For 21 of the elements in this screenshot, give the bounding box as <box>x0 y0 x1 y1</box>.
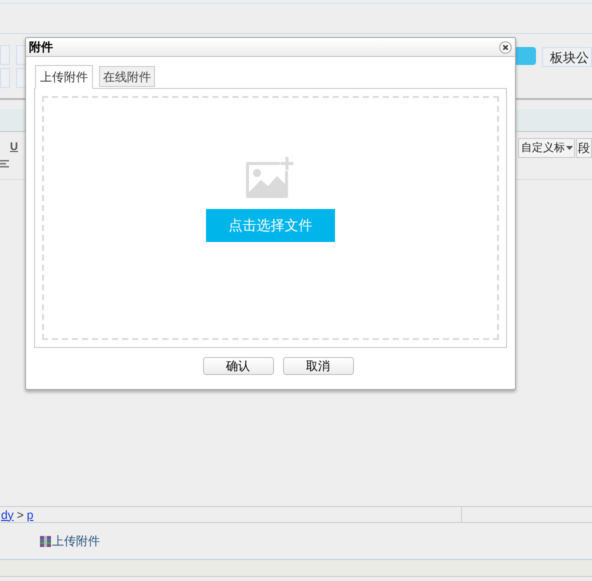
dialog-button[interactable]: 确认 <box>202 357 274 375</box>
format-select[interactable]: 自定义标 <box>518 138 575 158</box>
align-icon[interactable] <box>0 159 10 169</box>
breadcrumb-link[interactable]: dy <box>1 506 14 524</box>
attachment-link[interactable]: 上传附件 <box>40 532 100 550</box>
toolbar-button[interactable]: 板块公 <box>542 47 592 67</box>
toolbar-slot <box>16 68 26 88</box>
dialog-tab[interactable]: 在线附件 <box>99 66 155 87</box>
archive-icon <box>40 536 51 546</box>
paragraph-button[interactable]: 段 <box>576 138 592 158</box>
breadcrumb-separator: > <box>16 506 24 524</box>
color-swatch-icon[interactable] <box>514 47 536 65</box>
dialog-tab[interactable]: 上传附件 <box>35 65 93 89</box>
dialog-title: 附件 <box>29 39 53 56</box>
dialog-button[interactable]: 取消 <box>282 357 354 375</box>
breadcrumb-link[interactable]: p <box>26 506 34 524</box>
close-icon[interactable] <box>499 40 512 54</box>
caret-icon <box>566 146 573 150</box>
toolbar-slot <box>16 45 26 65</box>
add-image-icon <box>246 156 295 198</box>
underline-button[interactable]: U <box>10 142 18 153</box>
